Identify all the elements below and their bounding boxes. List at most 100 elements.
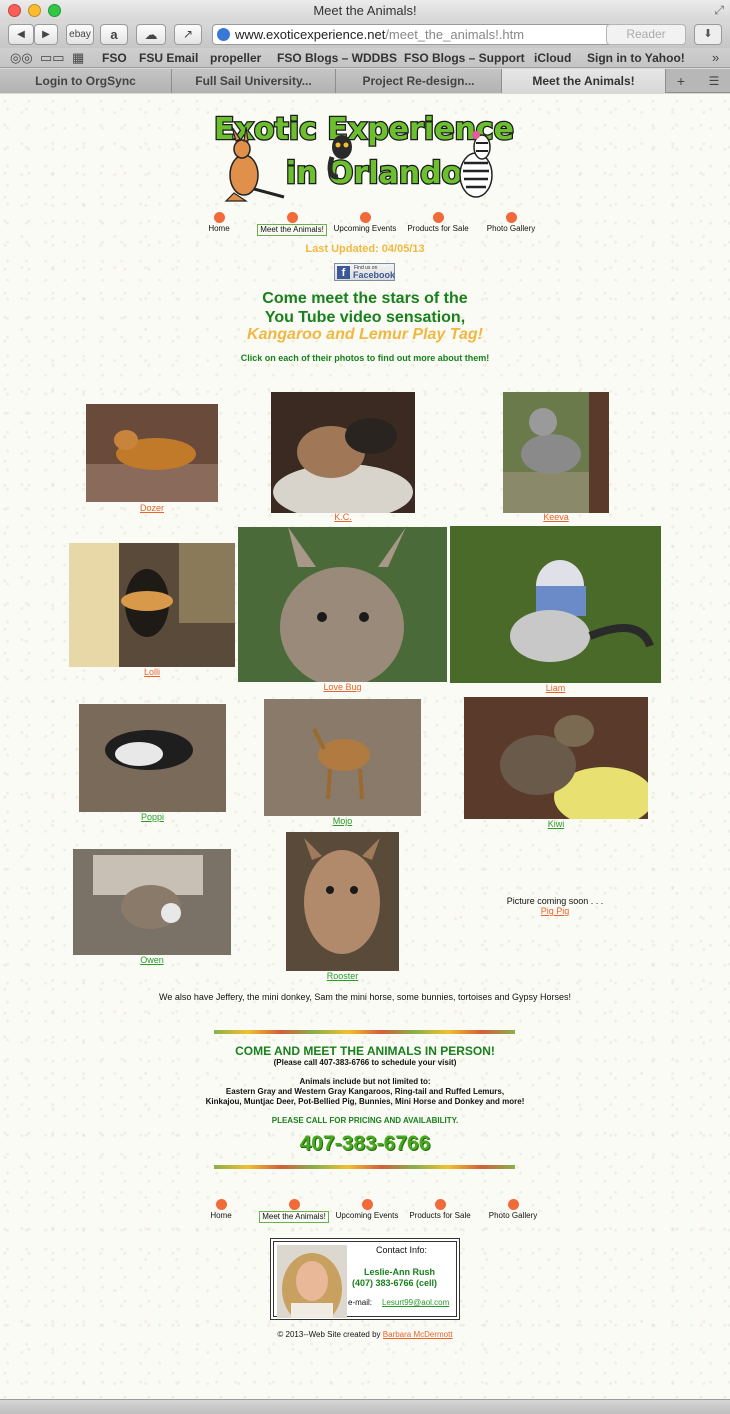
forward-button[interactable]: ▶: [34, 24, 58, 45]
animal-name[interactable]: Mojo: [264, 816, 421, 826]
browser-toolbar: ◀ ▶ ebay a ☁ ↗ www.exoticexperience.net/…: [0, 22, 730, 48]
dozer-photo[interactable]: [86, 404, 218, 502]
in-person-includes: Animals include but not limited to:: [299, 1077, 431, 1086]
animal-card-kc[interactable]: K.C.: [271, 392, 415, 524]
status-bar: [0, 1399, 730, 1414]
animal-card-keeva[interactable]: Keeva: [503, 392, 609, 524]
nav-dot-icon: [359, 212, 371, 223]
animal-card-love-bug[interactable]: Love Bug: [238, 527, 447, 695]
tab-project-redesign[interactable]: Project Re-design...: [336, 69, 502, 93]
nav-dot-icon: [288, 1199, 300, 1210]
bookmark-fso[interactable]: FSO: [102, 51, 127, 65]
hero-line3: Kangaroo and Lemur Play Tag!: [247, 326, 483, 343]
pricing-note: PLEASE CALL FOR PRICING AND AVAILABILITY…: [271, 1116, 459, 1125]
animal-name[interactable]: K.C.: [271, 512, 415, 522]
nav-meet-the-animals[interactable]: Meet the Animals!: [254, 1199, 334, 1223]
exotic-experience-logo[interactable]: Exotic Experience in Orlando: [214, 97, 514, 210]
animal-name[interactable]: Poppi: [79, 812, 226, 822]
animal-card-dozer[interactable]: Dozer: [86, 404, 218, 522]
facebook-big-text: Facebook: [353, 270, 396, 280]
bookmark-yahoo[interactable]: Sign in to Yahoo!: [587, 51, 685, 65]
tab-overview-icon[interactable]: ☰: [702, 72, 726, 90]
mojo-photo[interactable]: [264, 699, 421, 816]
animal-card-owen[interactable]: Owen: [73, 849, 231, 967]
tab-full-sail[interactable]: Full Sail University...: [172, 69, 336, 93]
amazon-bookmark-button[interactable]: a: [100, 24, 128, 45]
poppi-photo[interactable]: [79, 704, 226, 812]
ebay-bookmark-button[interactable]: ebay: [66, 24, 94, 45]
animal-name[interactable]: Liam: [450, 683, 661, 693]
decorative-divider: [214, 1030, 515, 1034]
tab-bar: Login to OrgSync Full Sail University...…: [0, 69, 730, 93]
facebook-icon: f: [337, 266, 350, 279]
reader-button[interactable]: Reader: [606, 24, 686, 45]
share-button[interactable]: ↗: [174, 24, 202, 45]
new-tab-icon[interactable]: +: [668, 72, 694, 90]
nav-home[interactable]: Home: [181, 1199, 261, 1221]
back-button[interactable]: ◀: [8, 24, 34, 45]
kc-photo[interactable]: [271, 392, 415, 513]
animal-card-kiwi[interactable]: Kiwi: [464, 697, 648, 831]
owen-photo[interactable]: [73, 849, 231, 955]
contact-email-link[interactable]: Lesurt99@aol.com: [382, 1298, 449, 1307]
nav-photo-gallery[interactable]: Photo Gallery: [473, 1199, 553, 1221]
lolli-photo[interactable]: [69, 543, 235, 667]
fullscreen-icon[interactable]: ⤢: [714, 3, 724, 18]
bookmarks-book-icon[interactable]: ▭▭: [40, 50, 65, 66]
top-nav: Home Meet the Animals! Upcoming Events P…: [0, 212, 730, 236]
contact-name: Leslie-Ann Rush: [364, 1267, 436, 1277]
kiwi-photo[interactable]: [464, 697, 648, 819]
love-bug-photo[interactable]: [238, 527, 447, 682]
nav-dot-icon: [432, 212, 444, 223]
footer-author-link[interactable]: Barbara McDermott: [383, 1330, 453, 1339]
contact-heading: Contact Info:: [376, 1245, 428, 1255]
animal-name[interactable]: Love Bug: [238, 682, 447, 692]
animal-card-liam[interactable]: Liam: [450, 526, 661, 694]
nav-products-for-sale[interactable]: Products for Sale: [400, 1199, 480, 1221]
downloads-icon[interactable]: ⬇: [694, 24, 722, 45]
rooster-photo[interactable]: [286, 832, 399, 971]
nav-home[interactable]: Home: [179, 212, 259, 234]
nav-meet-the-animals[interactable]: Meet the Animals!: [252, 212, 332, 236]
nav-dot-icon: [286, 212, 298, 223]
animal-name[interactable]: Dozer: [86, 503, 218, 513]
animal-name[interactable]: Lolli: [69, 667, 235, 677]
animal-card-rooster[interactable]: Rooster: [286, 832, 399, 982]
animal-name[interactable]: Kiwi: [464, 819, 648, 829]
icloud-button[interactable]: ☁: [136, 24, 166, 45]
animal-name[interactable]: Keeva: [503, 512, 609, 522]
decorative-divider: [214, 1165, 515, 1169]
tab-orgsync[interactable]: Login to OrgSync: [0, 69, 172, 93]
nav-products-for-sale[interactable]: Products for Sale: [398, 212, 478, 234]
animal-card-lolli[interactable]: Lolli: [69, 543, 235, 679]
keeva-photo[interactable]: [503, 392, 609, 513]
contact-phone: (407) 383-6766 (cell): [352, 1278, 438, 1288]
nav-dot-icon: [215, 1199, 227, 1210]
bookmark-fso-blogs-wddbs[interactable]: FSO Blogs – WDDBS: [277, 51, 397, 65]
animal-name[interactable]: Owen: [73, 955, 231, 965]
facebook-badge[interactable]: f Find us on Facebook: [334, 263, 395, 281]
tab-meet-the-animals[interactable]: Meet the Animals!: [502, 69, 666, 93]
bookmark-fsu-email[interactable]: FSU Email: [139, 51, 198, 65]
contact-portrait: [277, 1245, 347, 1318]
nav-dot-icon: [361, 1199, 373, 1210]
address-bar[interactable]: www.exoticexperience.net/meet_the_animal…: [212, 24, 620, 45]
animal-card-mojo[interactable]: Mojo: [264, 699, 421, 829]
contact-email-label: e-mail:: [348, 1298, 373, 1307]
nav-photo-gallery[interactable]: Photo Gallery: [471, 212, 551, 234]
reading-list-icon[interactable]: ◎◎: [10, 50, 33, 66]
url-domain: www.exoticexperience.net: [235, 27, 386, 42]
web-page: Exotic Experience in Orlando Home Meet t…: [0, 94, 730, 1399]
pig-pig-link[interactable]: Pig Pig: [500, 906, 610, 916]
more-bookmarks-icon[interactable]: »: [712, 50, 719, 65]
nav-upcoming-events[interactable]: Upcoming Events: [327, 1199, 407, 1221]
animal-card-poppi[interactable]: Poppi: [79, 704, 226, 824]
bookmark-fso-blogs-support[interactable]: FSO Blogs – Support: [404, 51, 525, 65]
bookmark-icloud[interactable]: iCloud: [534, 51, 571, 65]
top-sites-icon[interactable]: ▦: [72, 50, 84, 66]
nav-upcoming-events[interactable]: Upcoming Events: [325, 212, 405, 234]
bookmark-propeller[interactable]: propeller: [210, 51, 261, 65]
liam-photo[interactable]: [450, 526, 661, 683]
animal-name[interactable]: Rooster: [286, 971, 399, 981]
logo-line1: Exotic Experience: [214, 112, 514, 147]
